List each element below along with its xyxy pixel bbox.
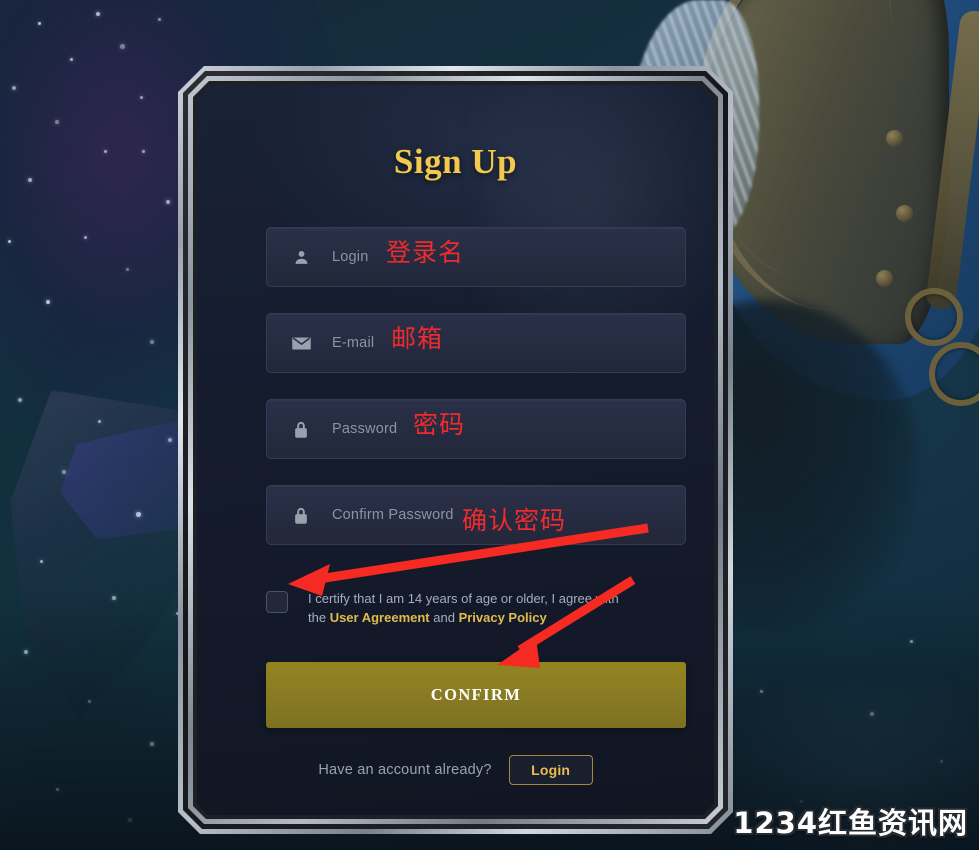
privacy-policy-link[interactable]: Privacy Policy bbox=[459, 610, 547, 625]
login-button[interactable]: Login bbox=[509, 755, 593, 785]
annotation-login: 登录名 bbox=[386, 233, 464, 269]
site-watermark: 1234红鱼资讯网 bbox=[733, 800, 968, 842]
page-title: Sign Up bbox=[197, 142, 714, 182]
agreement-text-between: and bbox=[430, 610, 459, 625]
agreement-text: I certify that I am 14 years of age or o… bbox=[308, 589, 638, 627]
login-input[interactable]: Login bbox=[266, 227, 686, 287]
signup-panel: Sign Up Login E-mail Password Confirm Pa… bbox=[178, 66, 733, 834]
star bbox=[142, 150, 145, 153]
have-account-label: Have an account already? bbox=[318, 762, 491, 778]
panel-body: Sign Up Login E-mail Password Confirm Pa… bbox=[197, 85, 714, 815]
star bbox=[84, 236, 87, 239]
star bbox=[62, 470, 66, 474]
signup-form: Sign Up Login E-mail Password Confirm Pa… bbox=[197, 85, 714, 815]
star bbox=[12, 86, 16, 90]
email-icon bbox=[288, 336, 314, 351]
star bbox=[8, 240, 11, 243]
star bbox=[46, 300, 50, 304]
annotation-email: 邮箱 bbox=[391, 319, 443, 355]
star bbox=[70, 58, 73, 61]
email-input[interactable]: E-mail bbox=[266, 313, 686, 373]
star bbox=[40, 560, 43, 563]
armor-stud bbox=[886, 130, 903, 147]
annotation-confirm-password: 确认密码 bbox=[462, 501, 566, 537]
armor-stud bbox=[896, 205, 913, 222]
star bbox=[120, 44, 125, 49]
star bbox=[158, 18, 161, 21]
footer-row: Have an account already? Login bbox=[197, 755, 714, 785]
star bbox=[150, 340, 154, 344]
armor-ring bbox=[905, 288, 963, 346]
screenshot-root: Sign Up Login E-mail Password Confirm Pa… bbox=[0, 0, 979, 850]
agreement-row: I certify that I am 14 years of age or o… bbox=[266, 589, 686, 627]
user-agreement-link[interactable]: User Agreement bbox=[330, 610, 430, 625]
armor-stud bbox=[876, 270, 893, 287]
confirm-button[interactable]: CONFIRM bbox=[266, 662, 686, 728]
confirm-password-input-placeholder: Confirm Password bbox=[332, 507, 454, 523]
star bbox=[96, 12, 100, 16]
star bbox=[104, 150, 107, 153]
star bbox=[28, 178, 32, 182]
password-input[interactable]: Password bbox=[266, 399, 686, 459]
star bbox=[136, 512, 141, 517]
user-icon bbox=[288, 249, 314, 266]
star bbox=[38, 22, 41, 25]
agreement-checkbox[interactable] bbox=[266, 591, 288, 613]
star bbox=[98, 420, 101, 423]
star bbox=[168, 438, 172, 442]
email-input-placeholder: E-mail bbox=[332, 335, 374, 351]
lock-icon bbox=[288, 420, 314, 439]
star bbox=[166, 200, 170, 204]
login-input-placeholder: Login bbox=[332, 249, 368, 265]
star bbox=[140, 96, 143, 99]
star bbox=[55, 120, 59, 124]
lock-icon bbox=[288, 506, 314, 525]
annotation-password: 密码 bbox=[413, 405, 465, 441]
armor-ring bbox=[929, 342, 979, 406]
star bbox=[18, 398, 22, 402]
password-input-placeholder: Password bbox=[332, 421, 397, 437]
star bbox=[126, 268, 129, 271]
